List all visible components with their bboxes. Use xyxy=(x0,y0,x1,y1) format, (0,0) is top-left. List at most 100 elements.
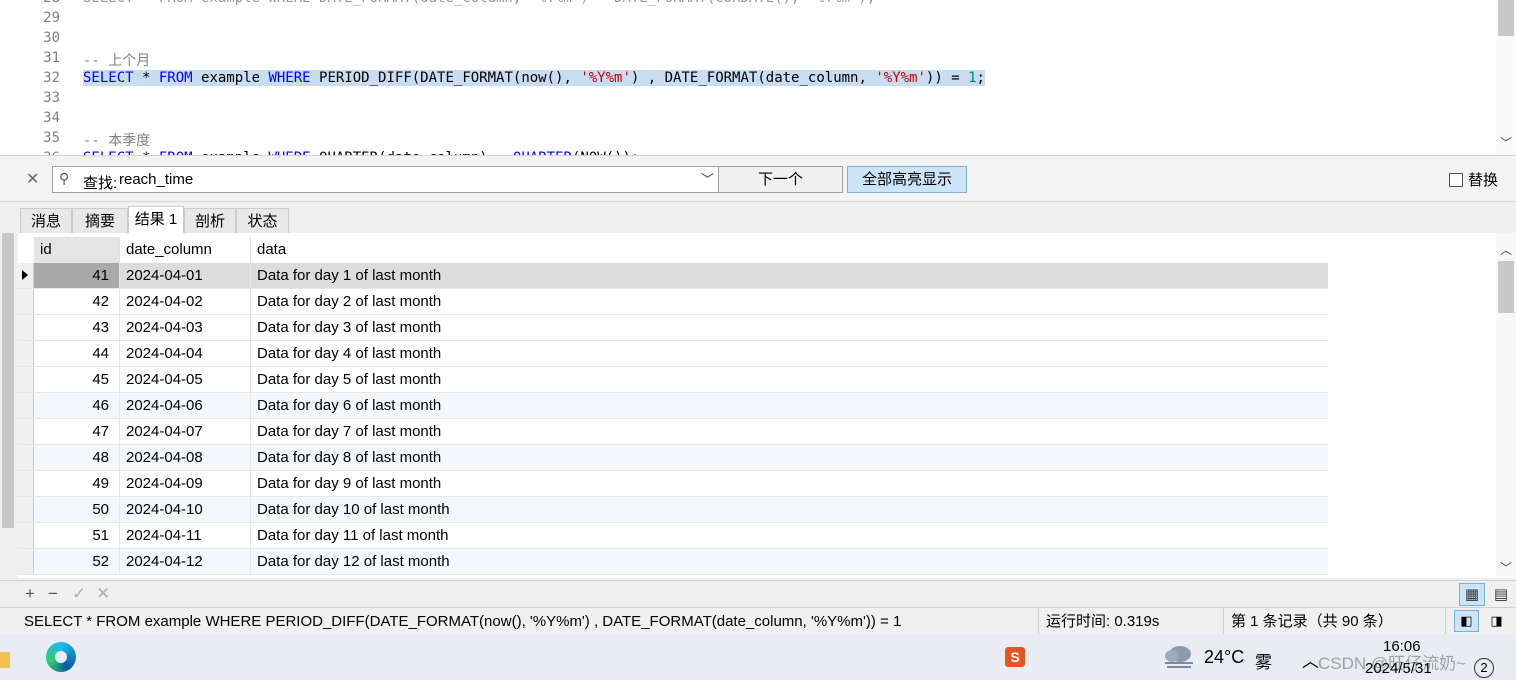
cell-id[interactable]: 51 xyxy=(34,523,120,548)
find-next-button[interactable]: 下一个 xyxy=(718,166,843,193)
code-line[interactable]: -- 本季度 xyxy=(83,130,150,150)
find-input[interactable] xyxy=(119,169,699,190)
tab-messages[interactable]: 消息 xyxy=(20,208,72,233)
table-row[interactable]: 52 2024-04-12 Data for day 12 of last mont… xyxy=(18,549,1328,575)
tray-chevron-icon[interactable]: ︿ xyxy=(1302,647,1319,672)
cell-id[interactable]: 46 xyxy=(34,393,120,418)
grid-scrollbar[interactable]: ︿ ﹀ xyxy=(1496,233,1516,578)
table-row[interactable]: 51 2024-04-11 Data for day 11 of last mont… xyxy=(18,523,1328,549)
cell-data[interactable]: Data for day 8 of last month xyxy=(251,445,1328,470)
chevron-down-icon[interactable]: ﹀ xyxy=(1500,559,1512,576)
cell-date[interactable]: 2024-04-07 xyxy=(120,419,251,444)
tab-summary[interactable]: 摘要 xyxy=(72,208,128,233)
row-indicator[interactable] xyxy=(18,445,34,470)
table-row[interactable]: 47 2024-04-07 Data for day 7 of last month xyxy=(18,419,1328,445)
table-row[interactable]: 42 2024-04-02 Data for day 2 of last month xyxy=(18,289,1328,315)
chevron-up-icon[interactable]: ︿ xyxy=(1500,241,1512,258)
delete-row-icon[interactable]: − xyxy=(48,584,58,604)
tab-status[interactable]: 状态 xyxy=(236,208,289,233)
row-indicator[interactable] xyxy=(18,393,34,418)
discard-changes-icon[interactable]: ✕ xyxy=(96,584,110,604)
cell-date[interactable]: 2024-04-03 xyxy=(120,315,251,340)
row-indicator[interactable] xyxy=(18,523,34,548)
cell-date[interactable]: 2024-04-02 xyxy=(120,289,251,314)
row-indicator[interactable] xyxy=(18,367,34,392)
row-indicator[interactable] xyxy=(18,289,34,314)
replace-checkbox[interactable] xyxy=(1449,173,1463,187)
highlight-all-button[interactable]: 全部高亮显示 xyxy=(847,166,967,193)
cell-id[interactable]: 48 xyxy=(34,445,120,470)
grid-scroll-thumb[interactable] xyxy=(1498,261,1514,313)
row-indicator[interactable] xyxy=(18,315,34,340)
left-scroll-thumb[interactable] xyxy=(2,233,14,528)
panel-left-icon[interactable]: ◧ xyxy=(1454,610,1479,632)
table-row[interactable]: 43 2024-04-03 Data for day 3 of last month xyxy=(18,315,1328,341)
row-indicator[interactable] xyxy=(18,549,34,574)
table-row[interactable]: 50 2024-04-10 Data for day 10 of last mont… xyxy=(18,497,1328,523)
form-view-icon[interactable]: ▤ xyxy=(1489,583,1513,606)
cell-data[interactable]: Data for day 11 of last month xyxy=(251,523,1328,548)
clock-date[interactable]: 2024/5/31 xyxy=(1365,660,1432,677)
cell-data[interactable]: Data for day 5 of last month xyxy=(251,367,1328,392)
edge-browser-icon[interactable] xyxy=(46,642,76,672)
row-indicator[interactable] xyxy=(18,471,34,496)
cell-date[interactable]: 2024-04-10 xyxy=(120,497,251,522)
column-header-id[interactable]: id xyxy=(34,237,120,263)
cell-data[interactable]: Data for day 9 of last month xyxy=(251,471,1328,496)
cell-data[interactable]: Data for day 3 of last month xyxy=(251,315,1328,340)
cell-data[interactable]: Data for day 12 of last month xyxy=(251,549,1328,574)
cell-date[interactable]: 2024-04-06 xyxy=(120,393,251,418)
cell-date[interactable]: 2024-04-12 xyxy=(120,549,251,574)
sogou-input-icon[interactable]: S xyxy=(1005,647,1025,667)
close-icon[interactable]: ✕ xyxy=(26,169,39,189)
code-line[interactable]: SELECT * FROM example WHERE DATE_FORMAT(… xyxy=(83,0,875,6)
grid-view-icon[interactable]: ▦ xyxy=(1459,583,1485,606)
editor-scroll-thumb[interactable] xyxy=(1498,0,1514,36)
cell-id[interactable]: 47 xyxy=(34,419,120,444)
table-row[interactable]: 41 2024-04-01 Data for day 1 of last month xyxy=(18,263,1328,289)
cell-date[interactable]: 2024-04-04 xyxy=(120,341,251,366)
cell-id[interactable]: 43 xyxy=(34,315,120,340)
cell-data[interactable]: Data for day 10 of last month xyxy=(251,497,1328,522)
cell-data[interactable]: Data for day 4 of last month xyxy=(251,341,1328,366)
table-row[interactable]: 49 2024-04-09 Data for day 9 of last month xyxy=(18,471,1328,497)
cell-id[interactable]: 42 xyxy=(34,289,120,314)
row-indicator[interactable] xyxy=(18,263,34,288)
cell-date[interactable]: 2024-04-05 xyxy=(120,367,251,392)
chevron-down-icon[interactable]: ﹀ xyxy=(1500,134,1512,151)
weather-temperature[interactable]: 24°C xyxy=(1204,647,1244,668)
replace-toggle[interactable]: 替换 xyxy=(1449,169,1498,190)
column-header-date[interactable]: date_column xyxy=(120,237,251,263)
cell-date[interactable]: 2024-04-11 xyxy=(120,523,251,548)
row-indicator[interactable] xyxy=(18,341,34,366)
cell-id[interactable]: 50 xyxy=(34,497,120,522)
code-line[interactable]: -- 上个月 xyxy=(83,50,150,70)
cell-id[interactable]: 44 xyxy=(34,341,120,366)
find-field[interactable]: ⚲ 查找: ﹀ xyxy=(52,166,719,193)
table-row[interactable]: 45 2024-04-05 Data for day 5 of last month xyxy=(18,367,1328,393)
notification-badge[interactable]: 2 xyxy=(1474,658,1494,678)
cell-data[interactable]: Data for day 2 of last month xyxy=(251,289,1328,314)
panel-right-icon[interactable]: ◨ xyxy=(1484,610,1509,632)
cell-id[interactable]: 52 xyxy=(34,549,120,574)
row-indicator[interactable] xyxy=(18,497,34,522)
weather-description[interactable]: 雾 xyxy=(1255,648,1272,673)
cell-date[interactable]: 2024-04-01 xyxy=(120,263,251,288)
table-row[interactable]: 48 2024-04-08 Data for day 8 of last month xyxy=(18,445,1328,471)
clock-time[interactable]: 16:06 xyxy=(1383,638,1421,655)
code-line[interactable]: SELECT * FROM example WHERE PERIOD_DIFF(… xyxy=(83,70,985,86)
cell-data[interactable]: Data for day 7 of last month xyxy=(251,419,1328,444)
column-header-data[interactable]: data xyxy=(251,237,1328,263)
tab-profile[interactable]: 剖析 xyxy=(184,208,236,233)
add-row-icon[interactable]: + xyxy=(25,584,35,604)
cell-date[interactable]: 2024-04-08 xyxy=(120,445,251,470)
cell-date[interactable]: 2024-04-09 xyxy=(120,471,251,496)
cell-data[interactable]: Data for day 6 of last month xyxy=(251,393,1328,418)
cell-data[interactable]: Data for day 1 of last month xyxy=(251,263,1328,288)
sql-editor[interactable]: 28 SELECT * FROM example WHERE DATE_FORMA… xyxy=(0,0,1516,155)
table-row[interactable]: 46 2024-04-06 Data for day 6 of last month xyxy=(18,393,1328,419)
cell-id[interactable]: 49 xyxy=(34,471,120,496)
tab-result-1[interactable]: 结果 1 xyxy=(128,206,184,233)
table-row[interactable]: 44 2024-04-04 Data for day 4 of last month xyxy=(18,341,1328,367)
row-indicator[interactable] xyxy=(18,419,34,444)
